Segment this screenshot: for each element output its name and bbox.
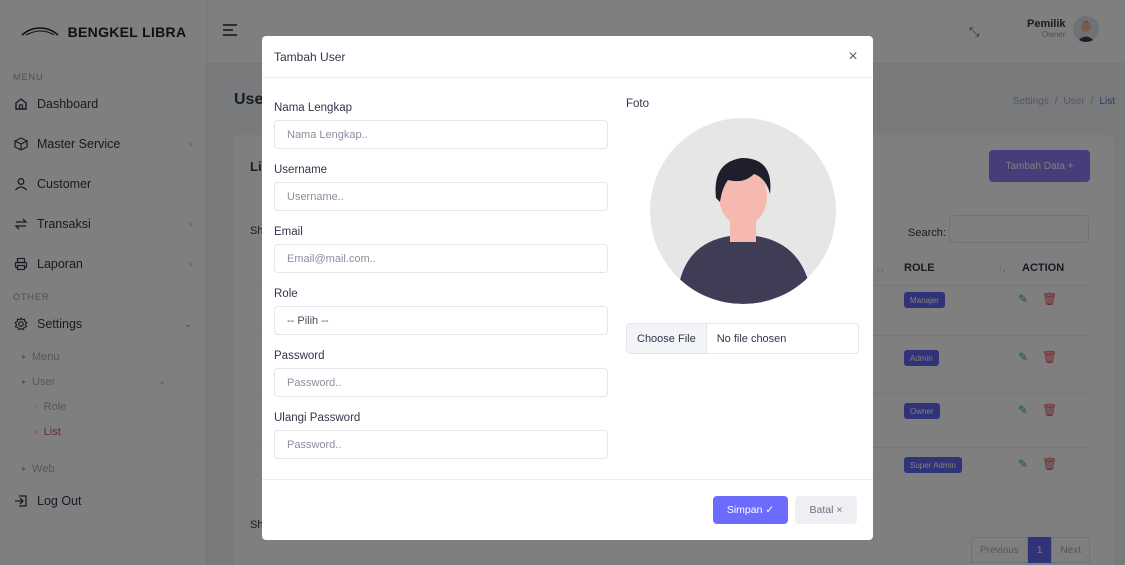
file-status-text: No file chosen — [716, 332, 787, 345]
ulangi-password-label: Ulangi Password — [274, 412, 361, 424]
nama-lengkap-label: Nama Lengkap — [274, 102, 352, 114]
cancel-button[interactable]: Batal × — [795, 496, 857, 524]
modal-title: Tambah User — [274, 49, 346, 64]
modal-header: Tambah User × — [262, 36, 873, 78]
field-group-password: Password — [274, 346, 608, 408]
field-group-nama: Nama Lengkap — [274, 98, 608, 160]
role-select[interactable]: -- Pilih -- — [274, 306, 608, 335]
photo-file-input[interactable]: Choose File No file chosen — [626, 323, 859, 354]
modal-footer: Simpan ✓ Batal × — [262, 479, 873, 540]
ulangi-password-input[interactable] — [274, 430, 608, 459]
field-group-role: Role -- Pilih -- — [274, 284, 608, 346]
email-input[interactable] — [274, 244, 608, 273]
password-label: Password — [274, 350, 325, 362]
choose-file-button[interactable]: Choose File — [627, 324, 707, 353]
save-button[interactable]: Simpan ✓ — [713, 496, 788, 524]
close-icon[interactable]: × — [845, 48, 861, 66]
username-label: Username — [274, 164, 328, 176]
field-group-ulangi-password: Ulangi Password — [274, 408, 608, 470]
user-form: Nama Lengkap Username Email Role -- Pili… — [274, 98, 608, 470]
foto-label: Foto — [626, 98, 650, 110]
avatar-placeholder-image — [650, 118, 836, 304]
password-input[interactable] — [274, 368, 608, 397]
email-label: Email — [274, 226, 303, 238]
nama-lengkap-input[interactable] — [274, 120, 608, 149]
field-group-email: Email — [274, 222, 608, 284]
add-user-modal: Tambah User × Nama Lengkap Username Emai… — [262, 36, 873, 540]
role-label: Role — [274, 288, 298, 300]
username-input[interactable] — [274, 182, 608, 211]
field-group-username: Username — [274, 160, 608, 222]
